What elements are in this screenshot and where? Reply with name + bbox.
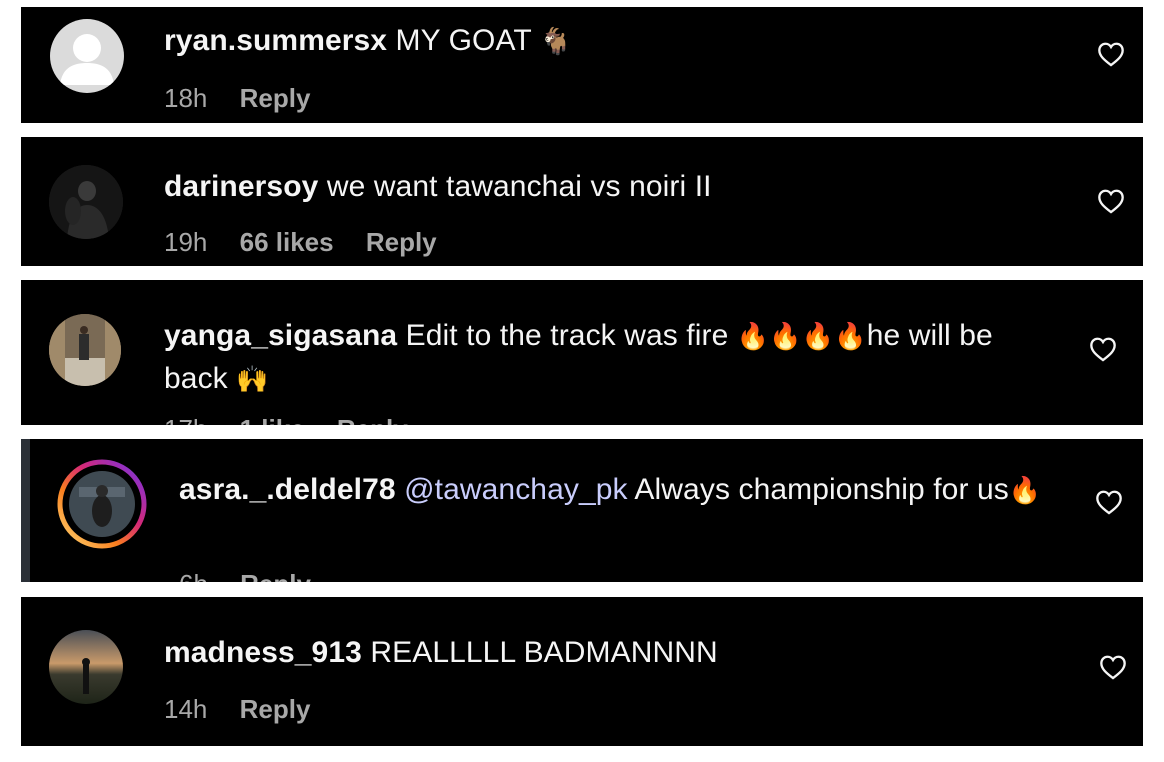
comment-item: ryan.summersx MY GOAT 🐐 18h Reply (21, 7, 1143, 123)
fire-emoji: 🔥 (1008, 476, 1042, 506)
heart-outline-icon[interactable] (1089, 336, 1117, 362)
comment-text: yanga_sigasana Edit to the track was fir… (164, 315, 1064, 401)
comment-meta: 14h Reply (164, 694, 335, 725)
reply-button[interactable]: Reply (337, 414, 408, 425)
avatar[interactable] (49, 630, 123, 704)
comment-body: Always championship for us (634, 473, 1009, 506)
avatar[interactable] (49, 165, 123, 239)
avatar[interactable] (49, 314, 121, 386)
comment-username[interactable]: yanga_sigasana (164, 319, 397, 352)
comment-timestamp[interactable]: 14h (164, 694, 207, 724)
fire-emoji: 🔥🔥🔥🔥 (736, 322, 867, 352)
comment-body: MY GOAT (395, 24, 532, 57)
comment-item: asra._.deldel78 @tawanchay_pk Always cha… (21, 439, 1143, 582)
mention-link[interactable]: @tawanchay_pk (404, 473, 628, 506)
reply-button[interactable]: Reply (240, 569, 311, 582)
reply-button[interactable]: Reply (240, 83, 311, 113)
comment-meta: 18h Reply (164, 83, 335, 114)
comment-body: REALLLLL BADMANNNN (370, 636, 718, 669)
comment-meta: 17h 1 like Reply (164, 414, 433, 425)
comment-text: ryan.summersx MY GOAT 🐐 (164, 20, 1064, 63)
comment-timestamp[interactable]: 17h (164, 414, 207, 425)
comment-text: madness_913 REALLLLL BADMANNNN (164, 632, 1064, 673)
comment-body: Edit to the track was fire (405, 319, 729, 352)
left-edge-strip (21, 439, 30, 582)
heart-outline-icon[interactable] (1095, 489, 1123, 515)
comment-meta: 6h Reply (179, 569, 336, 582)
likes-count[interactable]: 1 like (240, 414, 305, 425)
raising-hands-emoji: 🙌 (236, 365, 269, 395)
heart-outline-icon[interactable] (1099, 654, 1127, 680)
comment-timestamp[interactable]: 6h (179, 569, 208, 582)
comment-username[interactable]: madness_913 (164, 636, 362, 669)
comment-text: darinersoy we want tawanchai vs noiri II (164, 166, 1064, 207)
comment-username[interactable]: asra._.deldel78 (179, 473, 396, 506)
comment-item: madness_913 REALLLLL BADMANNNN 14h Reply (21, 597, 1143, 746)
comment-text: asra._.deldel78 @tawanchay_pk Always cha… (179, 469, 1059, 512)
default-avatar-icon[interactable] (50, 19, 124, 93)
comment-timestamp[interactable]: 18h (164, 83, 207, 113)
likes-count[interactable]: 66 likes (240, 227, 334, 257)
comment-item: yanga_sigasana Edit to the track was fir… (21, 280, 1143, 425)
reply-button[interactable]: Reply (240, 694, 311, 724)
goat-emoji: 🐐 (539, 27, 573, 57)
comment-timestamp[interactable]: 19h (164, 227, 207, 257)
comment-item: darinersoy we want tawanchai vs noiri II… (21, 137, 1143, 266)
comment-body: we want tawanchai vs noiri II (326, 170, 712, 203)
comment-username[interactable]: darinersoy (164, 170, 318, 203)
reply-button[interactable]: Reply (366, 227, 437, 257)
avatar-story-ring[interactable] (57, 459, 147, 549)
heart-outline-icon[interactable] (1097, 188, 1125, 214)
comment-username[interactable]: ryan.summersx (164, 24, 387, 57)
comment-meta: 19h 66 likes Reply (164, 227, 462, 258)
heart-outline-icon[interactable] (1097, 41, 1125, 67)
